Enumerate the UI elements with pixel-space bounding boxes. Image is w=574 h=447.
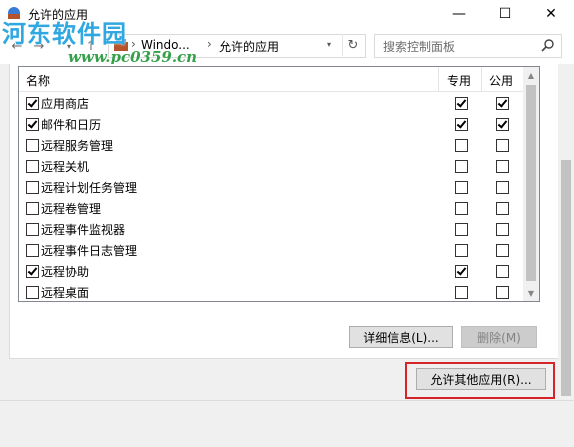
private-checkbox[interactable] bbox=[455, 265, 468, 278]
app-name-label: 远程关机 bbox=[41, 160, 90, 174]
public-checkbox[interactable] bbox=[496, 139, 509, 152]
watermark-logo: 河东软件园 bbox=[2, 19, 127, 48]
column-public-header[interactable]: 公用 bbox=[489, 72, 513, 89]
public-checkbox[interactable] bbox=[496, 181, 509, 194]
enable-checkbox[interactable] bbox=[26, 202, 39, 215]
enable-checkbox[interactable] bbox=[26, 160, 39, 173]
search-input[interactable]: 搜索控制面板 bbox=[374, 34, 562, 58]
list-item[interactable]: 远程事件日志管理 bbox=[19, 240, 523, 261]
refresh-button[interactable]: ↻ bbox=[342, 34, 363, 56]
enable-checkbox[interactable] bbox=[26, 97, 39, 110]
remove-button[interactable]: 删除(M) bbox=[461, 326, 537, 348]
minimize-button[interactable]: — bbox=[436, 0, 482, 28]
public-checkbox[interactable] bbox=[496, 97, 509, 110]
allowed-apps-list[interactable]: 名称 专用 公用 应用商店邮件和日历远程服务管理 远程关机远程计划任务管理 远程卷管… bbox=[18, 66, 540, 302]
private-checkbox[interactable] bbox=[455, 139, 468, 152]
public-checkbox[interactable] bbox=[496, 202, 509, 215]
enable-checkbox[interactable] bbox=[26, 118, 39, 131]
private-checkbox[interactable] bbox=[455, 286, 468, 299]
column-divider[interactable] bbox=[438, 67, 439, 91]
search-placeholder: 搜索控制面板 bbox=[383, 40, 456, 54]
search-icon[interactable] bbox=[541, 38, 555, 52]
column-private-header[interactable]: 专用 bbox=[447, 72, 471, 89]
list-item[interactable]: 远程卷管理 bbox=[19, 198, 523, 219]
column-name-header[interactable]: 名称 bbox=[26, 72, 50, 89]
scroll-down-arrow-icon[interactable]: ▼ bbox=[523, 285, 539, 301]
list-item[interactable]: 应用商店 bbox=[19, 93, 523, 114]
window-scroll-thumb[interactable] bbox=[561, 160, 571, 396]
list-item[interactable]: 远程服务管理 bbox=[19, 135, 523, 156]
private-checkbox[interactable] bbox=[455, 223, 468, 236]
public-checkbox[interactable] bbox=[496, 286, 509, 299]
enable-checkbox[interactable] bbox=[26, 181, 39, 194]
private-checkbox[interactable] bbox=[455, 181, 468, 194]
private-checkbox[interactable] bbox=[455, 160, 468, 173]
scroll-up-arrow-icon[interactable]: ▲ bbox=[523, 67, 539, 83]
list-scrollbar[interactable]: ▲ ▼ bbox=[523, 67, 539, 301]
private-checkbox[interactable] bbox=[455, 97, 468, 110]
column-divider[interactable] bbox=[481, 67, 482, 91]
private-checkbox[interactable] bbox=[455, 118, 468, 131]
list-scroll-thumb[interactable] bbox=[526, 85, 536, 281]
app-name-label: 远程协助 bbox=[41, 265, 90, 279]
breadcrumb-separator: › bbox=[207, 37, 212, 51]
private-checkbox[interactable] bbox=[455, 202, 468, 215]
enable-checkbox[interactable] bbox=[26, 244, 39, 257]
public-checkbox[interactable] bbox=[496, 244, 509, 257]
list-item[interactable]: 远程计划任务管理 bbox=[19, 177, 523, 198]
list-item[interactable]: 邮件和日历 bbox=[19, 114, 523, 135]
app-name-label: 远程服务管理 bbox=[41, 139, 114, 153]
app-name-label: 应用商店 bbox=[41, 97, 90, 111]
app-name-label: 邮件和日历 bbox=[41, 118, 102, 132]
app-name-label: 远程桌面 bbox=[41, 286, 90, 300]
app-name-label: 远程事件日志管理 bbox=[41, 244, 138, 258]
maximize-button[interactable]: ☐ bbox=[482, 0, 528, 28]
breadcrumb-item[interactable]: 允许的应用 bbox=[219, 38, 279, 55]
private-checkbox[interactable] bbox=[455, 244, 468, 257]
list-item[interactable]: 远程协助 bbox=[19, 261, 523, 282]
address-dropdown-icon[interactable]: ▾ bbox=[327, 40, 331, 49]
close-button[interactable]: ✕ bbox=[528, 0, 574, 28]
enable-checkbox[interactable] bbox=[26, 265, 39, 278]
list-item[interactable]: 远程桌面 bbox=[19, 282, 523, 301]
app-name-label: 远程事件监视器 bbox=[41, 223, 126, 237]
public-checkbox[interactable] bbox=[496, 265, 509, 278]
list-header: 名称 专用 公用 bbox=[19, 67, 523, 92]
enable-checkbox[interactable] bbox=[26, 223, 39, 236]
list-item[interactable]: 远程关机 bbox=[19, 156, 523, 177]
enable-checkbox[interactable] bbox=[26, 286, 39, 299]
public-checkbox[interactable] bbox=[496, 160, 509, 173]
allow-other-app-button[interactable]: 允许其他应用(R)... bbox=[416, 368, 546, 390]
app-name-label: 远程计划任务管理 bbox=[41, 181, 138, 195]
app-name-label: 远程卷管理 bbox=[41, 202, 102, 216]
details-button[interactable]: 详细信息(L)... bbox=[349, 326, 453, 348]
bottom-area bbox=[0, 400, 574, 447]
list-item[interactable]: 远程事件监视器 bbox=[19, 219, 523, 240]
enable-checkbox[interactable] bbox=[26, 139, 39, 152]
public-checkbox[interactable] bbox=[496, 223, 509, 236]
public-checkbox[interactable] bbox=[496, 118, 509, 131]
